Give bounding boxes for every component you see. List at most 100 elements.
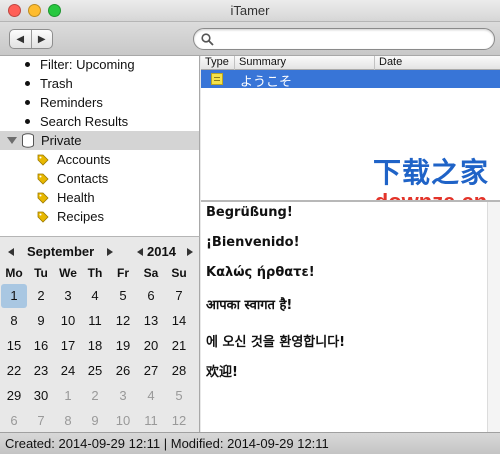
bullet-icon — [25, 119, 30, 124]
title-bar: iTamer — [0, 0, 500, 22]
calendar-day[interactable]: 8 — [55, 409, 81, 433]
weekday-label: We — [59, 266, 77, 280]
calendar-day[interactable]: 18 — [82, 334, 108, 358]
note-line: 에 오신 것을 환영합니다! — [206, 335, 346, 350]
sidebar-item-reminders[interactable]: Reminders — [0, 93, 199, 112]
sidebar-item-label: Recipes — [57, 209, 104, 224]
triangle-right-icon: ▶ — [37, 33, 46, 45]
calendar-day[interactable]: 12 — [110, 309, 136, 333]
calendar-week-row: 6 7 8 9 10 11 12 — [0, 409, 200, 433]
next-year-icon[interactable] — [187, 248, 193, 256]
calendar-week-row: 1234567 — [0, 284, 200, 308]
calendar-day[interactable]: 2 — [28, 284, 54, 308]
tag-icon — [37, 154, 49, 166]
calendar-week-row: 22 23 24 25 26 27 28 — [0, 359, 200, 383]
column-header-type[interactable]: Type — [201, 56, 234, 70]
calendar-day[interactable]: 6 — [138, 284, 164, 308]
mini-calendar: September 2014 Mo Tu We Th Fr Sa Su 1 2 3 4 5 6 7 8 9 10… — [0, 236, 200, 432]
search-field[interactable] — [193, 28, 495, 50]
sidebar-item-label: Reminders — [40, 95, 103, 110]
calendar-week-row: 8 9 10 11 12 13 14 — [0, 309, 200, 333]
sidebar-item-recipes[interactable]: Recipes — [0, 207, 199, 226]
sidebar-item-search-results[interactable]: Search Results — [0, 112, 199, 131]
note-summary: ようこそ — [240, 75, 293, 90]
calendar-day[interactable]: 10 — [110, 409, 136, 433]
calendar-day[interactable]: 25 — [82, 359, 108, 383]
calendar-day[interactable]: 3 — [55, 284, 81, 308]
window-title: iTamer — [230, 3, 270, 18]
tag-icon — [37, 173, 49, 185]
calendar-day[interactable]: 13 — [138, 309, 164, 333]
calendar-day[interactable]: 22 — [1, 359, 27, 383]
previous-month-icon[interactable] — [8, 248, 14, 256]
calendar-week-row: 29 30 1 2 3 4 5 — [0, 384, 200, 408]
status-bar: Created: 2014-09-29 12:11 | Modified: 20… — [0, 432, 500, 454]
calendar-day[interactable]: 15 — [1, 334, 27, 358]
calendar-day[interactable]: 21 — [166, 334, 192, 358]
calendar-day[interactable]: 10 — [55, 309, 81, 333]
calendar-day[interactable]: 1 — [1, 284, 27, 308]
note-list-header: Type Summary Date — [201, 56, 500, 70]
forward-button[interactable]: ▶ — [30, 30, 53, 48]
calendar-day[interactable]: 23 — [28, 359, 54, 383]
bullet-icon — [25, 81, 30, 86]
calendar-day[interactable]: 19 — [110, 334, 136, 358]
calendar-day[interactable]: 8 — [1, 309, 27, 333]
note-list: Type Summary Date ようこそ 下载之家 downza.cn 国内… — [201, 56, 500, 232]
note-line: Καλώς ήρθατε! — [206, 265, 315, 280]
calendar-day[interactable]: 16 — [28, 334, 54, 358]
disclosure-triangle-icon[interactable] — [7, 137, 17, 144]
sidebar-item-private[interactable]: Private — [0, 131, 199, 150]
bullet-icon — [25, 62, 30, 67]
calendar-day[interactable]: 4 — [82, 284, 108, 308]
weekday-label: Th — [87, 266, 103, 280]
calendar-day[interactable]: 12 — [166, 409, 192, 433]
sidebar-item-label: Private — [41, 133, 82, 148]
column-header-summary[interactable]: Summary — [234, 56, 374, 70]
note-editor[interactable]: Begrüßung! ¡Bienvenido! Καλώς ήρθατε! आप… — [201, 202, 500, 432]
weekday-row: Mo Tu We Th Fr Sa Su — [0, 261, 200, 285]
calendar-day[interactable]: 14 — [166, 309, 192, 333]
weekday-label: Mo — [5, 266, 23, 280]
note-row[interactable]: ようこそ — [201, 70, 500, 90]
watermark-title: 下载之家 — [372, 156, 489, 189]
calendar-day[interactable]: 9 — [28, 309, 54, 333]
calendar-day[interactable]: 24 — [55, 359, 81, 383]
back-button[interactable]: ◀ — [10, 30, 31, 48]
calendar-day[interactable]: 4 — [138, 384, 164, 408]
calendar-day[interactable]: 30 — [28, 384, 54, 408]
calendar-day[interactable]: 28 — [166, 359, 192, 383]
sidebar-item-trash[interactable]: Trash — [0, 74, 199, 93]
calendar-day[interactable]: 2 — [82, 384, 108, 408]
next-month-icon[interactable] — [107, 248, 113, 256]
calendar-day[interactable]: 1 — [55, 384, 81, 408]
weekday-label: Fr — [117, 266, 129, 280]
sidebar-item-accounts[interactable]: Accounts — [0, 150, 199, 169]
column-header-date[interactable]: Date — [374, 56, 500, 70]
calendar-header: September 2014 — [0, 243, 200, 261]
note-scrollbar[interactable] — [487, 202, 500, 432]
calendar-day[interactable]: 20 — [138, 334, 164, 358]
sidebar-item-label: Trash — [40, 76, 73, 91]
calendar-day[interactable]: 7 — [28, 409, 54, 433]
calendar-day[interactable]: 26 — [110, 359, 136, 383]
calendar-day[interactable]: 7 — [166, 284, 192, 308]
sidebar-item-label: Contacts — [57, 171, 109, 186]
calendar-day[interactable]: 5 — [166, 384, 192, 408]
sidebar-item-label: Accounts — [57, 152, 111, 167]
weekday-label: Sa — [143, 266, 159, 280]
calendar-day[interactable]: 6 — [1, 409, 27, 433]
calendar-day[interactable]: 9 — [82, 409, 108, 433]
search-input[interactable] — [218, 31, 488, 47]
calendar-day[interactable]: 5 — [110, 284, 136, 308]
sidebar-item-contacts[interactable]: Contacts — [0, 169, 199, 188]
calendar-day[interactable]: 11 — [82, 309, 108, 333]
calendar-day[interactable]: 17 — [55, 334, 81, 358]
sidebar-item-filter-upcoming[interactable]: Filter: Upcoming — [0, 56, 199, 74]
previous-year-icon[interactable] — [137, 248, 143, 256]
calendar-day[interactable]: 27 — [138, 359, 164, 383]
calendar-day[interactable]: 11 — [138, 409, 164, 433]
sidebar-item-health[interactable]: Health — [0, 188, 199, 207]
calendar-day[interactable]: 3 — [110, 384, 136, 408]
calendar-day[interactable]: 29 — [1, 384, 27, 408]
